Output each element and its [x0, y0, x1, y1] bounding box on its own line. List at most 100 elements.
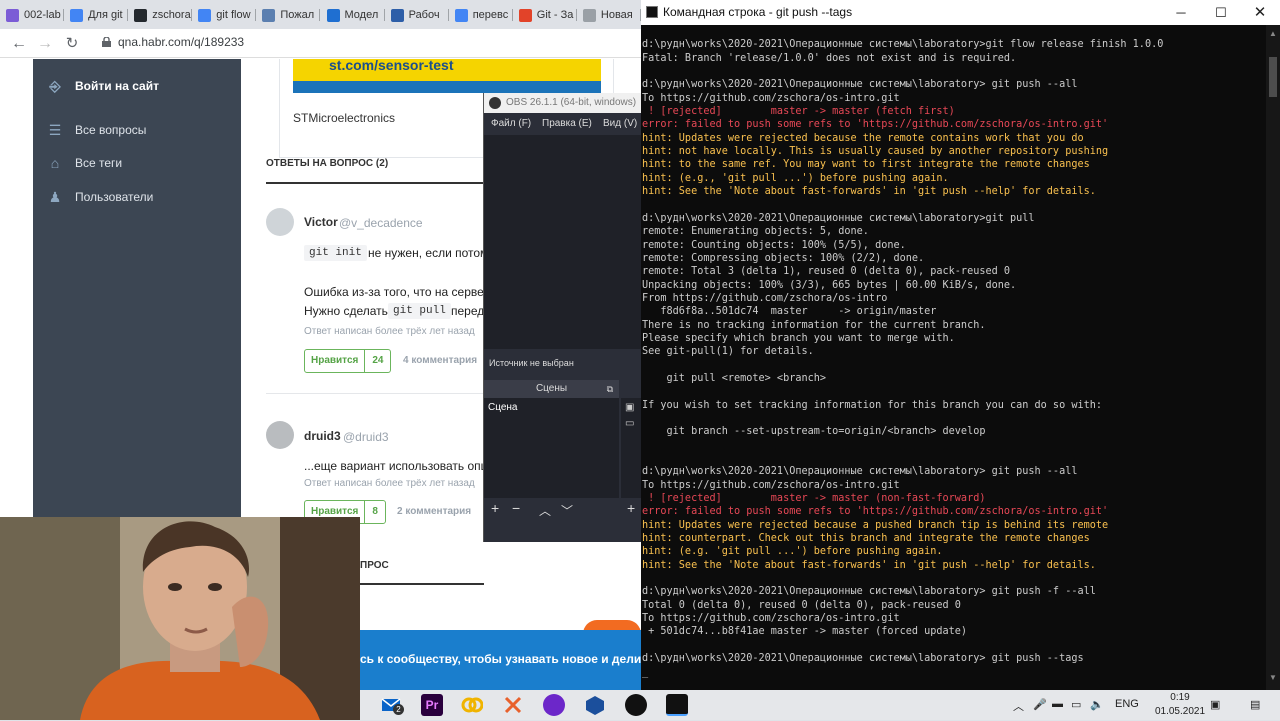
- browser-tab[interactable]: Пожал: [256, 3, 321, 27]
- obs-title-bar[interactable]: OBS 26.1.1 (64-bit, windows): [484, 93, 641, 113]
- sidebar-item-login[interactable]: ⎆ Войти на сайт: [47, 78, 159, 94]
- remove-icon[interactable]: −: [512, 500, 520, 516]
- like-label: Нравится: [305, 350, 366, 372]
- terminal-line: remote: Total 3 (delta 1), reused 0 (del…: [642, 266, 1011, 278]
- list-icon: ☰: [48, 122, 62, 138]
- premiere-app-icon[interactable]: Pr: [421, 694, 443, 716]
- cmd-output[interactable]: d:\рудн\works\2020-2021\Операционные сис…: [641, 25, 1266, 690]
- obs-scenes-header: Сцены ⧉: [484, 380, 619, 398]
- ad-banner[interactable]: st.com/sensor-test: [293, 58, 601, 93]
- terminal-line: _: [642, 666, 649, 678]
- minimize-icon[interactable]: ─: [1161, 0, 1201, 25]
- answer-author[interactable]: druid3: [304, 429, 341, 443]
- browser-tab[interactable]: 002-lab: [0, 3, 65, 27]
- cmd-title-bar[interactable]: Командная строка - git push --tags ─ ☐ ✕: [641, 0, 1280, 25]
- reload-icon[interactable]: ↻: [61, 33, 83, 55]
- clock[interactable]: 0:19 01.05.2021: [1152, 690, 1208, 720]
- site-sidebar: ⎆ Войти на сайт ☰ Все вопросы ⌂ Все теги…: [33, 59, 241, 517]
- lightshot-app-icon[interactable]: [461, 694, 484, 716]
- taskbar: 2 Pr ︿ 🎤 ▬ ▭ 🔈 ENG 0:19 01.05.2021 ▣ ▤: [360, 690, 1280, 720]
- browser-tab[interactable]: zschora: [128, 3, 193, 27]
- browser-tab[interactable]: перевс: [449, 3, 513, 27]
- sidebar-item-label: Пользователи: [75, 190, 154, 204]
- browser-tab[interactable]: git flow: [192, 3, 257, 27]
- sidebar-login-label: Войти на сайт: [75, 79, 159, 93]
- tab-label: Новая: [600, 9, 633, 21]
- answer-meta: Ответ написан более трёх лет назад: [304, 326, 475, 337]
- move-down-icon[interactable]: ﹀: [561, 502, 573, 519]
- scroll-thumb[interactable]: [1269, 57, 1277, 97]
- network-icon[interactable]: ▭: [1071, 698, 1081, 711]
- sidebar-item-label: Все теги: [75, 156, 123, 170]
- browser-tab[interactable]: Git - За: [513, 3, 577, 27]
- obs-menu-file[interactable]: Файл (F): [491, 118, 531, 129]
- sidebar-item-label: Все вопросы: [75, 123, 147, 137]
- tag-icon: ⌂: [50, 155, 60, 171]
- speaker-icon[interactable]: 🔈: [1090, 698, 1104, 711]
- sidebar-item-tags[interactable]: ⌂ Все теги: [47, 155, 122, 171]
- obs-scene-item[interactable]: Сцена: [488, 402, 517, 413]
- notifications-icon[interactable]: ▤: [1250, 698, 1260, 711]
- tab-favicon-icon: [582, 8, 596, 22]
- obs-menu-edit[interactable]: Правка (E): [542, 118, 592, 129]
- tor-app-icon[interactable]: [543, 694, 565, 716]
- avatar[interactable]: [266, 208, 294, 236]
- tab-favicon-icon: [198, 8, 212, 22]
- tab-favicon-icon: [134, 8, 148, 22]
- tab-favicon-icon: [518, 8, 532, 22]
- forward-icon[interactable]: →: [34, 33, 56, 55]
- tab-label: Пожал: [280, 9, 315, 21]
- obs-app-icon[interactable]: [625, 694, 647, 716]
- add-source-icon[interactable]: +: [627, 500, 635, 516]
- terminal-line: remote: Enumerating objects: 5, done.: [642, 226, 869, 238]
- answer-handle[interactable]: @v_decadence: [339, 216, 423, 230]
- tab-favicon-icon: [390, 8, 404, 22]
- like-count: 24: [372, 355, 384, 366]
- tab-favicon-icon: [262, 8, 276, 22]
- move-up-icon[interactable]: ︿: [539, 502, 551, 519]
- sidebar-item-users[interactable]: ♟ Пользователи: [47, 189, 154, 205]
- url-text[interactable]: qna.habr.com/q/189233: [118, 35, 244, 49]
- language-indicator[interactable]: ENG: [1115, 698, 1139, 710]
- obs-menu-bar: Файл (F) Правка (E) Вид (V): [484, 113, 641, 135]
- back-icon[interactable]: ←: [8, 33, 30, 55]
- scrollbar[interactable]: ▲ ▼: [1266, 25, 1280, 690]
- answer-handle[interactable]: @druid3: [343, 430, 389, 444]
- like-button[interactable]: Нравится 24: [304, 349, 392, 373]
- terminal-line: d:\рудн\works\2020-2021\Операционные сис…: [642, 586, 1096, 598]
- obs-menu-view[interactable]: Вид (V): [603, 118, 637, 129]
- terminal-line: hint: counterpart. Check out this branch…: [642, 533, 1090, 545]
- add-icon[interactable]: +: [491, 500, 499, 516]
- tab-label: Рабоч: [408, 9, 440, 21]
- comments-link[interactable]: 4 комментария: [403, 355, 477, 366]
- undock-icon[interactable]: ⧉: [607, 380, 613, 398]
- close-icon[interactable]: ✕: [1240, 0, 1280, 25]
- join-banner[interactable]: сь к сообществу, чтобы узнавать новое и …: [360, 630, 641, 690]
- browser-tab[interactable]: Модел: [321, 3, 385, 27]
- tools-app-icon[interactable]: [502, 694, 524, 716]
- answer-text: Ошибка из-за того, что на сервер: [304, 285, 491, 299]
- maximize-icon[interactable]: ☐: [1201, 0, 1241, 25]
- battery-icon[interactable]: ▬: [1052, 698, 1063, 710]
- sidebar-item-questions[interactable]: ☰ Все вопросы: [47, 122, 147, 138]
- chevron-up-icon[interactable]: ︿: [1013, 698, 1024, 714]
- terminal-line: git branch --set-upstream-to=origin/<bra…: [642, 426, 986, 438]
- cmd-app-icon[interactable]: [666, 694, 688, 716]
- browser-tab[interactable]: Новая: [577, 3, 641, 27]
- browser-tab[interactable]: Для git: [64, 3, 129, 27]
- comments-link[interactable]: 2 комментария: [397, 506, 471, 517]
- virtualbox-app-icon[interactable]: [584, 694, 606, 716]
- mail-app-icon[interactable]: 2: [381, 694, 404, 716]
- camera-tray-icon[interactable]: ▣: [1210, 698, 1220, 711]
- answer-author[interactable]: Victor: [304, 215, 338, 229]
- mic-icon[interactable]: 🎤: [1033, 698, 1047, 711]
- avatar[interactable]: [266, 421, 294, 449]
- scroll-down-icon[interactable]: ▼: [1269, 673, 1277, 682]
- scroll-up-icon[interactable]: ▲: [1269, 29, 1277, 38]
- terminal-line: d:\рудн\works\2020-2021\Операционные сис…: [642, 653, 1084, 665]
- answer-text: перед: [451, 304, 485, 318]
- browser-tab[interactable]: Рабоч: [385, 3, 449, 27]
